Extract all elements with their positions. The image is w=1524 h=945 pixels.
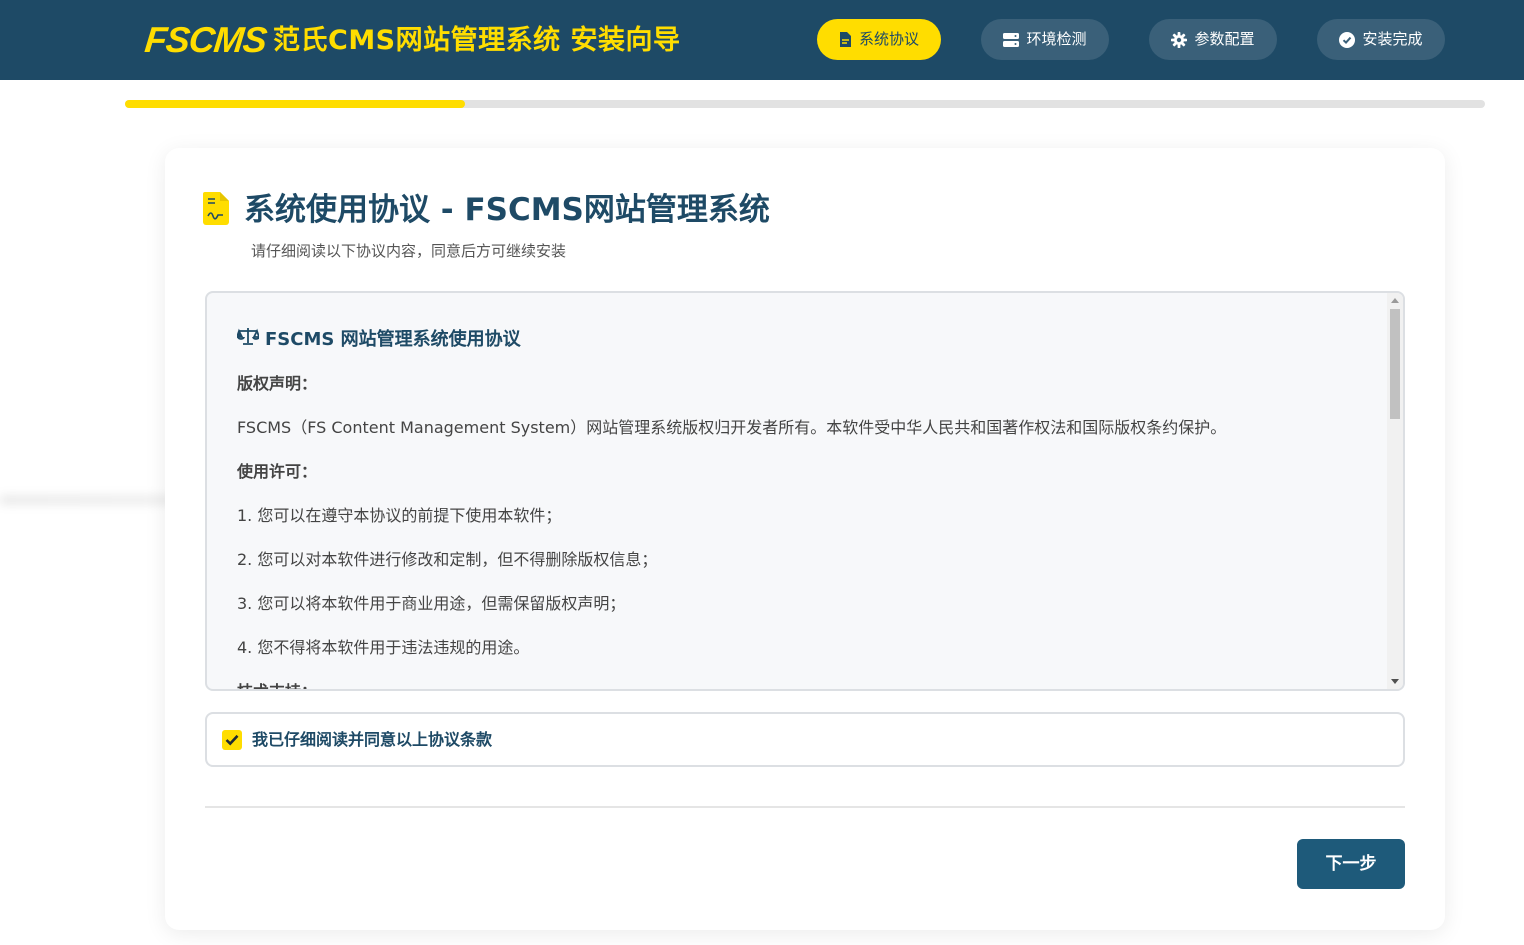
license-item: 4. 您不得将本软件用于违法违规的用途。 [237, 638, 530, 657]
file-signature-icon [203, 192, 229, 229]
copyright-title: 版权声明： [237, 374, 318, 393]
scroll-down-arrow-icon[interactable] [1391, 679, 1399, 684]
license-title: 使用许可： [237, 462, 318, 481]
page-title: 系统使用协议 - FSCMS网站管理系统 [244, 192, 770, 228]
scrollbar[interactable] [1387, 293, 1403, 689]
agree-checkbox-row[interactable]: 我已仔细阅读并同意以上协议条款 [205, 712, 1405, 767]
progress-fill [125, 100, 465, 108]
app-title: 范氏CMS网站管理系统 安装向导 [273, 25, 681, 56]
next-button[interactable]: 下一步 [1297, 839, 1405, 889]
header-bar: FSCMS 范氏CMS网站管理系统 安装向导 系统协议 环境检测 参数配置 安装… [0, 0, 1524, 80]
step-agreement[interactable]: 系统协议 [817, 19, 941, 60]
step-label: 安装完成 [1362, 30, 1423, 48]
license-item: 2. 您可以对本软件进行修改和定制，但不得删除版权信息； [237, 550, 658, 569]
agree-label[interactable]: 我已仔细阅读并同意以上协议条款 [252, 728, 492, 752]
scroll-thumb[interactable] [1390, 309, 1400, 419]
copyright-text: FSCMS（FS Content Management System）网站管理系… [237, 418, 1227, 437]
step-config[interactable]: 参数配置 [1149, 19, 1277, 60]
support-title: 技术支持： [237, 680, 1357, 689]
page-subtitle: 请仔细阅读以下协议内容，同意后方可继续安装 [251, 242, 567, 260]
server-icon [1003, 32, 1020, 47]
agreement-content: FSCMS 网站管理系统使用协议 版权声明： FSCMS（FS Content … [235, 327, 1357, 689]
step-label: 环境检测 [1026, 30, 1087, 48]
fscms-logo: FSCMS [142, 19, 269, 60]
check-circle-icon [1339, 31, 1356, 48]
agreement-card: 系统使用协议 - FSCMS网站管理系统 请仔细阅读以下协议内容，同意后方可继续… [165, 148, 1445, 930]
checkmark-icon [225, 731, 239, 750]
license-item: 1. 您可以在遵守本协议的前提下使用本软件； [237, 506, 562, 525]
scroll-up-arrow-icon[interactable] [1391, 298, 1399, 303]
gear-icon [1171, 31, 1188, 48]
divider [205, 806, 1405, 808]
agreement-heading-text: FSCMS 网站管理系统使用协议 [265, 328, 521, 350]
agreement-scroll-box[interactable]: FSCMS 网站管理系统使用协议 版权声明： FSCMS（FS Content … [205, 291, 1405, 691]
license-item: 3. 您可以将本软件用于商业用途，但需保留版权声明； [237, 594, 626, 613]
agree-checkbox[interactable] [222, 730, 242, 750]
agreement-heading: FSCMS 网站管理系统使用协议 [235, 327, 1357, 352]
progress-bar [125, 100, 1485, 108]
file-contract-icon [839, 32, 852, 47]
step-complete[interactable]: 安装完成 [1317, 19, 1445, 60]
balance-scale-icon [235, 327, 261, 352]
step-label: 参数配置 [1194, 30, 1255, 48]
step-environment-check[interactable]: 环境检测 [981, 19, 1109, 60]
step-label: 系统协议 [858, 30, 919, 48]
